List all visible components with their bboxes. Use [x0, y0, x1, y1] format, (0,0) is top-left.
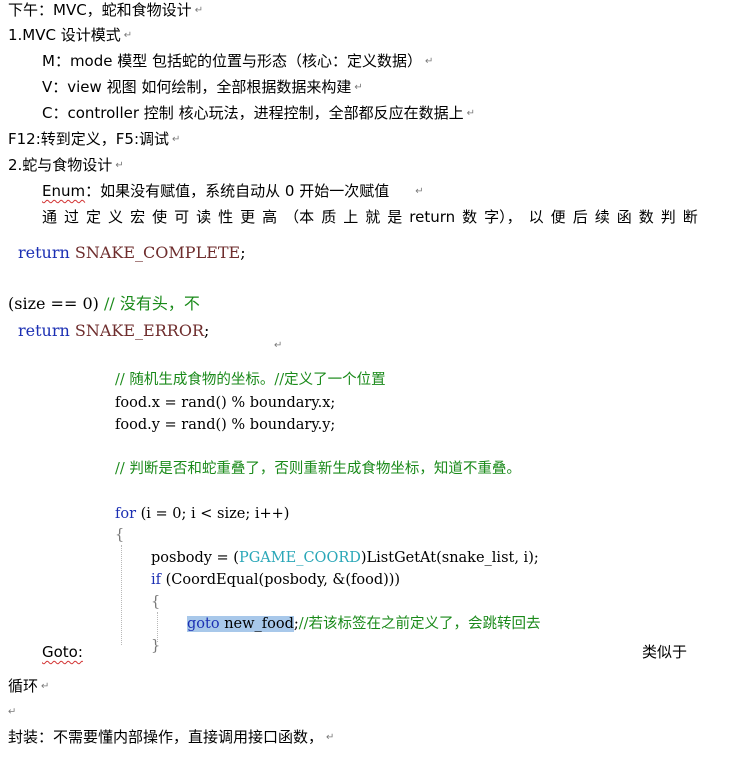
code-brace-close-inner: } [151, 638, 161, 654]
empty-line: ↵ [8, 706, 17, 718]
mvc-controller-line: C：controller 控制 核心玩法，进程控制，全部都反应在数据上 ↵ [42, 104, 475, 122]
code-comment-overlap: // 判断是否和蛇重叠了，否则重新生成食物坐标，知道不重叠。 [115, 461, 521, 477]
code-if-size: (size == 0) // 没有头，不 [8, 294, 200, 313]
indent-guide [121, 545, 122, 645]
hotkeys-line: F12:转到定义，F5:调试 ↵ [8, 130, 181, 148]
code-for-loop: for (i = 0; i < size; i++) [115, 506, 290, 522]
code-food-x: food.x = rand() % boundary.x; [115, 395, 336, 411]
encapsulation-line: 封装：不需要懂内部操作，直接调用接口函数， ↵ [8, 728, 335, 746]
paragraph-mark: ↵ [274, 339, 283, 351]
macro-line: 通过定义宏使可读性更高（本质上就是 return 数字），以便后续函数判断 [42, 208, 698, 226]
notes-title: 下午：MVC，蛇和食物设计 ↵ [8, 1, 204, 19]
code-brace-open-inner: { [151, 594, 161, 610]
code-if-equal: if (CoordEqual(posbody, &(food))) [151, 572, 401, 588]
design-heading: 2.蛇与食物设计 ↵ [8, 156, 124, 174]
mvc-view-line: V：view 视图 如何绘制，全部根据数据来构建 ↵ [42, 78, 363, 96]
mvc-heading: 1.MVC 设计模式 ↵ [8, 26, 133, 44]
mvc-model-line: M：mode 模型 包括蛇的位置与形态（核心：定义数据） ↵ [42, 52, 434, 70]
loop-line: 循环 ↵ [8, 677, 50, 695]
code-comment-rand: // 随机生成食物的坐标。//定义了一个位置 [115, 372, 386, 388]
code-goto: goto new_food;//若该标签在之前定义了，会跳转回去 [187, 616, 541, 632]
enum-word: Enum [42, 182, 86, 200]
code-return-complete: return SNAKE_COMPLETE; [18, 243, 246, 262]
goto-note: Goto: [42, 643, 83, 661]
goto-tail: 类似于 [642, 643, 688, 661]
code-posbody: posbody = (PGAME_COORD)ListGetAt(snake_l… [151, 550, 539, 566]
code-food-y: food.y = rand() % boundary.y; [115, 417, 336, 433]
enum-line: Enum：如果没有赋值，系统自动从 0 开始一次赋值 ↵ [42, 182, 424, 200]
code-return-error: return SNAKE_COMPLETESNAKE_ERROR; [18, 321, 210, 340]
code-brace-open: { [115, 527, 125, 543]
